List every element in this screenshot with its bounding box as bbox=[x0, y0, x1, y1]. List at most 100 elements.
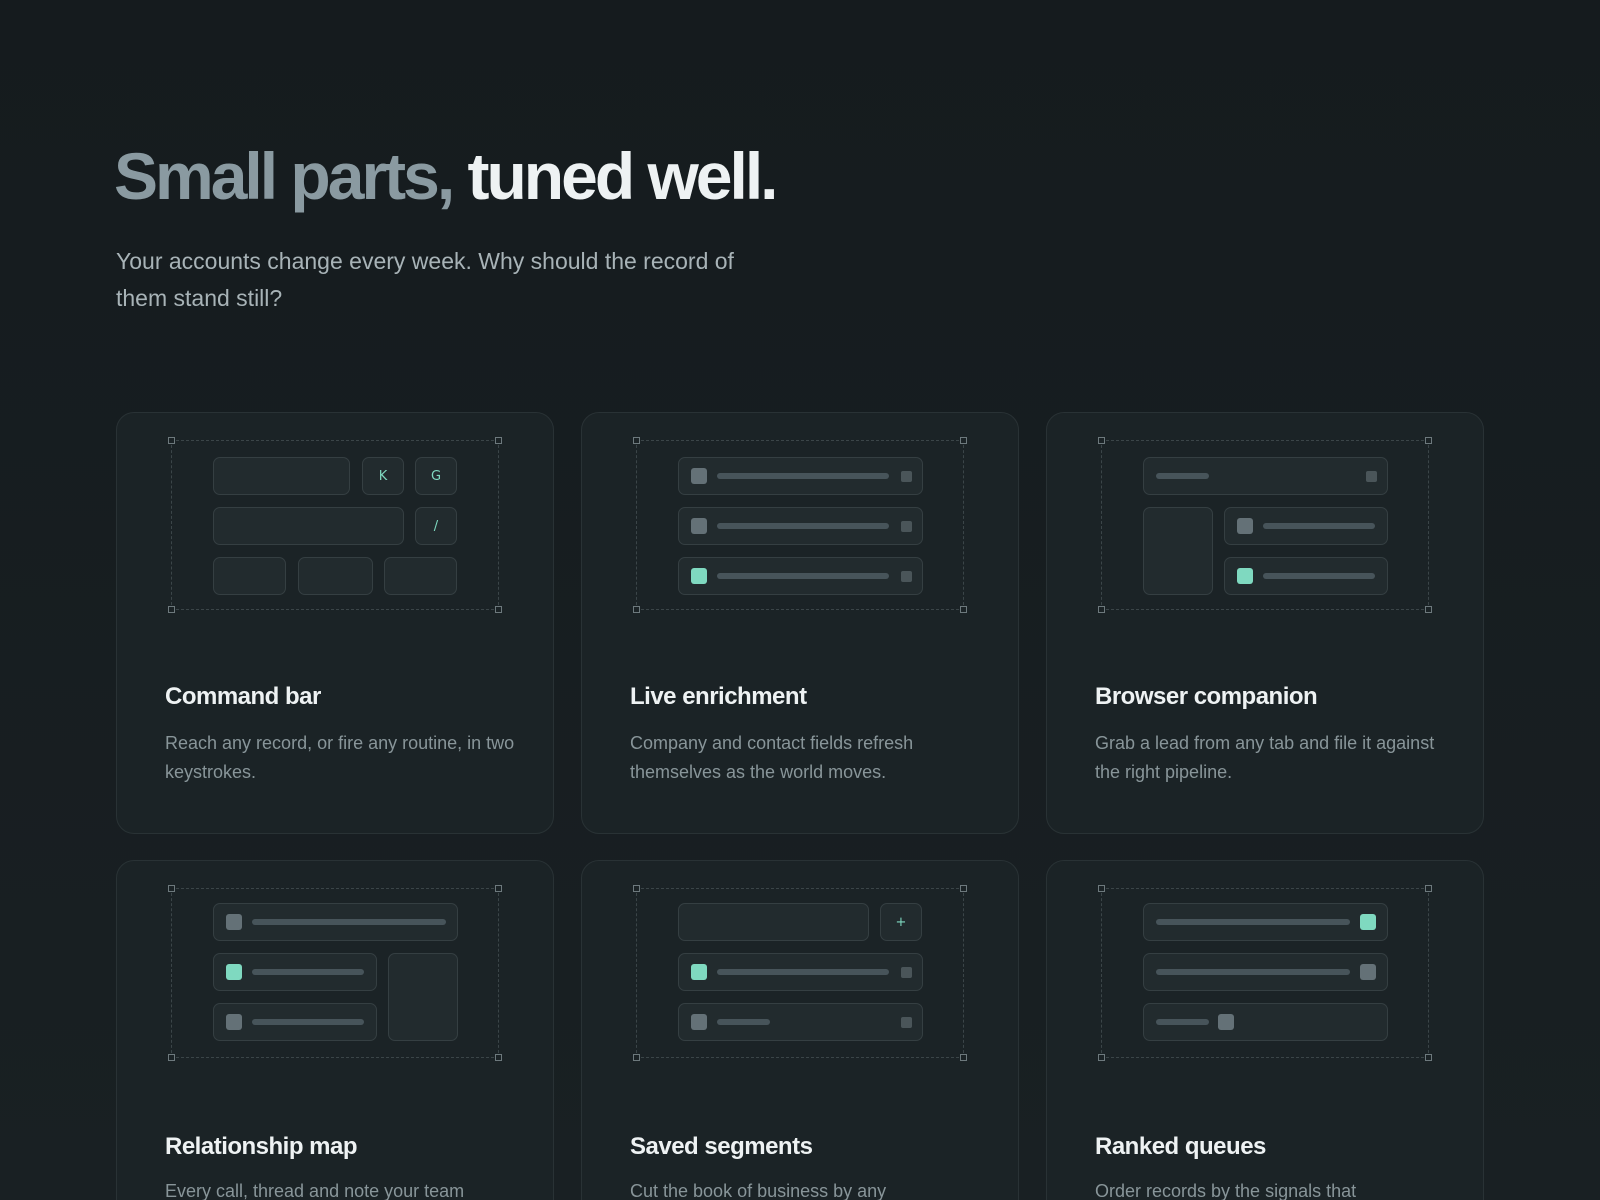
field-row bbox=[678, 557, 923, 595]
card-title: Command bar bbox=[165, 683, 321, 710]
page-panel bbox=[1143, 507, 1213, 595]
ranked-queues-illustration bbox=[1098, 885, 1432, 1061]
lead-row bbox=[1224, 507, 1388, 545]
queue-value-bar bbox=[1156, 1019, 1209, 1025]
contact-icon bbox=[226, 914, 242, 930]
selection-handle bbox=[960, 606, 967, 613]
queue-value-bar bbox=[1156, 919, 1350, 925]
selection-handle bbox=[1425, 437, 1432, 444]
browser-companion-illustration bbox=[1098, 437, 1432, 613]
field-icon bbox=[691, 518, 707, 534]
feature-card-ranked-queues[interactable]: Ranked queues Order records by the signa… bbox=[1046, 860, 1484, 1200]
feature-card-saved-segments[interactable]: + Saved segments Cut the book of busines… bbox=[581, 860, 1019, 1200]
feature-card-browser-companion[interactable]: Browser companion Grab a lead from any t… bbox=[1046, 412, 1484, 834]
card-title: Relationship map bbox=[165, 1133, 358, 1160]
selection-handle bbox=[960, 885, 967, 892]
selection-handle bbox=[1098, 606, 1105, 613]
field-row bbox=[678, 507, 923, 545]
feature-card-relationship-map[interactable]: Relationship map Every call, thread and … bbox=[116, 860, 554, 1200]
segment-icon bbox=[691, 1014, 707, 1030]
contact-row bbox=[213, 953, 377, 991]
segment-row bbox=[678, 953, 923, 991]
address-bar-text bbox=[1156, 473, 1209, 479]
selection-handle bbox=[1425, 606, 1432, 613]
lead-icon bbox=[1237, 518, 1253, 534]
segment-filter-input bbox=[678, 903, 869, 941]
selection-handle bbox=[1098, 437, 1105, 444]
card-title: Live enrichment bbox=[630, 683, 807, 710]
selection-handle bbox=[633, 437, 640, 444]
status-dot bbox=[901, 471, 912, 482]
card-title: Ranked queues bbox=[1095, 1133, 1266, 1160]
lead-value-bar bbox=[1263, 573, 1375, 579]
lead-value-bar bbox=[1263, 523, 1375, 529]
selection-handle bbox=[960, 1054, 967, 1061]
status-dot bbox=[901, 1017, 912, 1028]
contact-value-bar bbox=[252, 969, 364, 975]
contact-value-bar bbox=[252, 1019, 364, 1025]
selection-handle bbox=[1425, 1054, 1432, 1061]
features-section: Small parts, tuned well. Your accounts c… bbox=[0, 0, 1600, 1200]
saved-segments-illustration: + bbox=[633, 885, 967, 1061]
field-icon-active bbox=[691, 568, 707, 584]
hero-title-bright: tuned well. bbox=[467, 139, 779, 213]
command-input-block bbox=[213, 457, 350, 495]
segment-row bbox=[678, 1003, 923, 1041]
rank-marker bbox=[1360, 964, 1376, 980]
status-dot bbox=[901, 521, 912, 532]
queue-value-bar bbox=[1156, 969, 1350, 975]
action-block bbox=[298, 557, 373, 595]
add-segment-key: + bbox=[880, 903, 922, 941]
hero-title: Small parts, tuned well. bbox=[114, 136, 779, 216]
card-description: Company and contact fields refresh thems… bbox=[630, 733, 914, 782]
queue-row bbox=[1143, 1003, 1388, 1041]
lead-row bbox=[1224, 557, 1388, 595]
feature-card-command-bar[interactable]: K G / Command bar Reach any record, or f… bbox=[116, 412, 554, 834]
selection-handle bbox=[960, 437, 967, 444]
key-k: K bbox=[362, 457, 404, 495]
card-description: Reach any record, or fire any routine, i… bbox=[165, 733, 515, 782]
field-value-bar bbox=[717, 473, 889, 479]
hero-title-muted: Small parts, bbox=[114, 139, 455, 213]
selection-handle bbox=[1098, 885, 1105, 892]
field-icon bbox=[691, 468, 707, 484]
status-dot bbox=[901, 571, 912, 582]
card-description: Order records by the signals that bbox=[1095, 1181, 1357, 1200]
segment-value-bar bbox=[717, 1019, 770, 1025]
selection-handle bbox=[633, 606, 640, 613]
selection-handle bbox=[495, 606, 502, 613]
selection-handle bbox=[168, 885, 175, 892]
selection-handle bbox=[1425, 885, 1432, 892]
selection-handle bbox=[633, 1054, 640, 1061]
selection-handle bbox=[495, 885, 502, 892]
key-slash: / bbox=[415, 507, 457, 545]
card-description: Cut the book of business by any bbox=[630, 1181, 887, 1200]
selection-handle bbox=[168, 437, 175, 444]
rank-marker bbox=[1218, 1014, 1234, 1030]
browser-address-bar bbox=[1143, 457, 1388, 495]
action-block bbox=[213, 557, 286, 595]
segment-icon-active bbox=[691, 964, 707, 980]
contact-icon bbox=[226, 1014, 242, 1030]
feature-card-live-enrichment[interactable]: Live enrichment Company and contact fiel… bbox=[581, 412, 1019, 834]
contact-value-bar bbox=[252, 919, 446, 925]
selection-handle bbox=[1098, 1054, 1105, 1061]
selection-handle bbox=[168, 606, 175, 613]
command-bar-illustration: K G / bbox=[168, 437, 502, 613]
relationship-map-illustration bbox=[168, 885, 502, 1061]
segment-value-bar bbox=[717, 969, 889, 975]
card-description: Grab a lead from any tab and file it aga… bbox=[1095, 733, 1435, 782]
card-title: Saved segments bbox=[630, 1133, 813, 1160]
detail-panel bbox=[388, 953, 458, 1041]
field-row bbox=[678, 457, 923, 495]
lead-icon-active bbox=[1237, 568, 1253, 584]
command-input-block bbox=[213, 507, 404, 545]
key-g: G bbox=[415, 457, 457, 495]
status-dot bbox=[1366, 471, 1377, 482]
queue-row bbox=[1143, 903, 1388, 941]
rank-marker-active bbox=[1360, 914, 1376, 930]
card-description: Every call, thread and note your team bbox=[165, 1181, 465, 1200]
field-value-bar bbox=[717, 573, 889, 579]
contact-icon-active bbox=[226, 964, 242, 980]
status-dot bbox=[901, 967, 912, 978]
